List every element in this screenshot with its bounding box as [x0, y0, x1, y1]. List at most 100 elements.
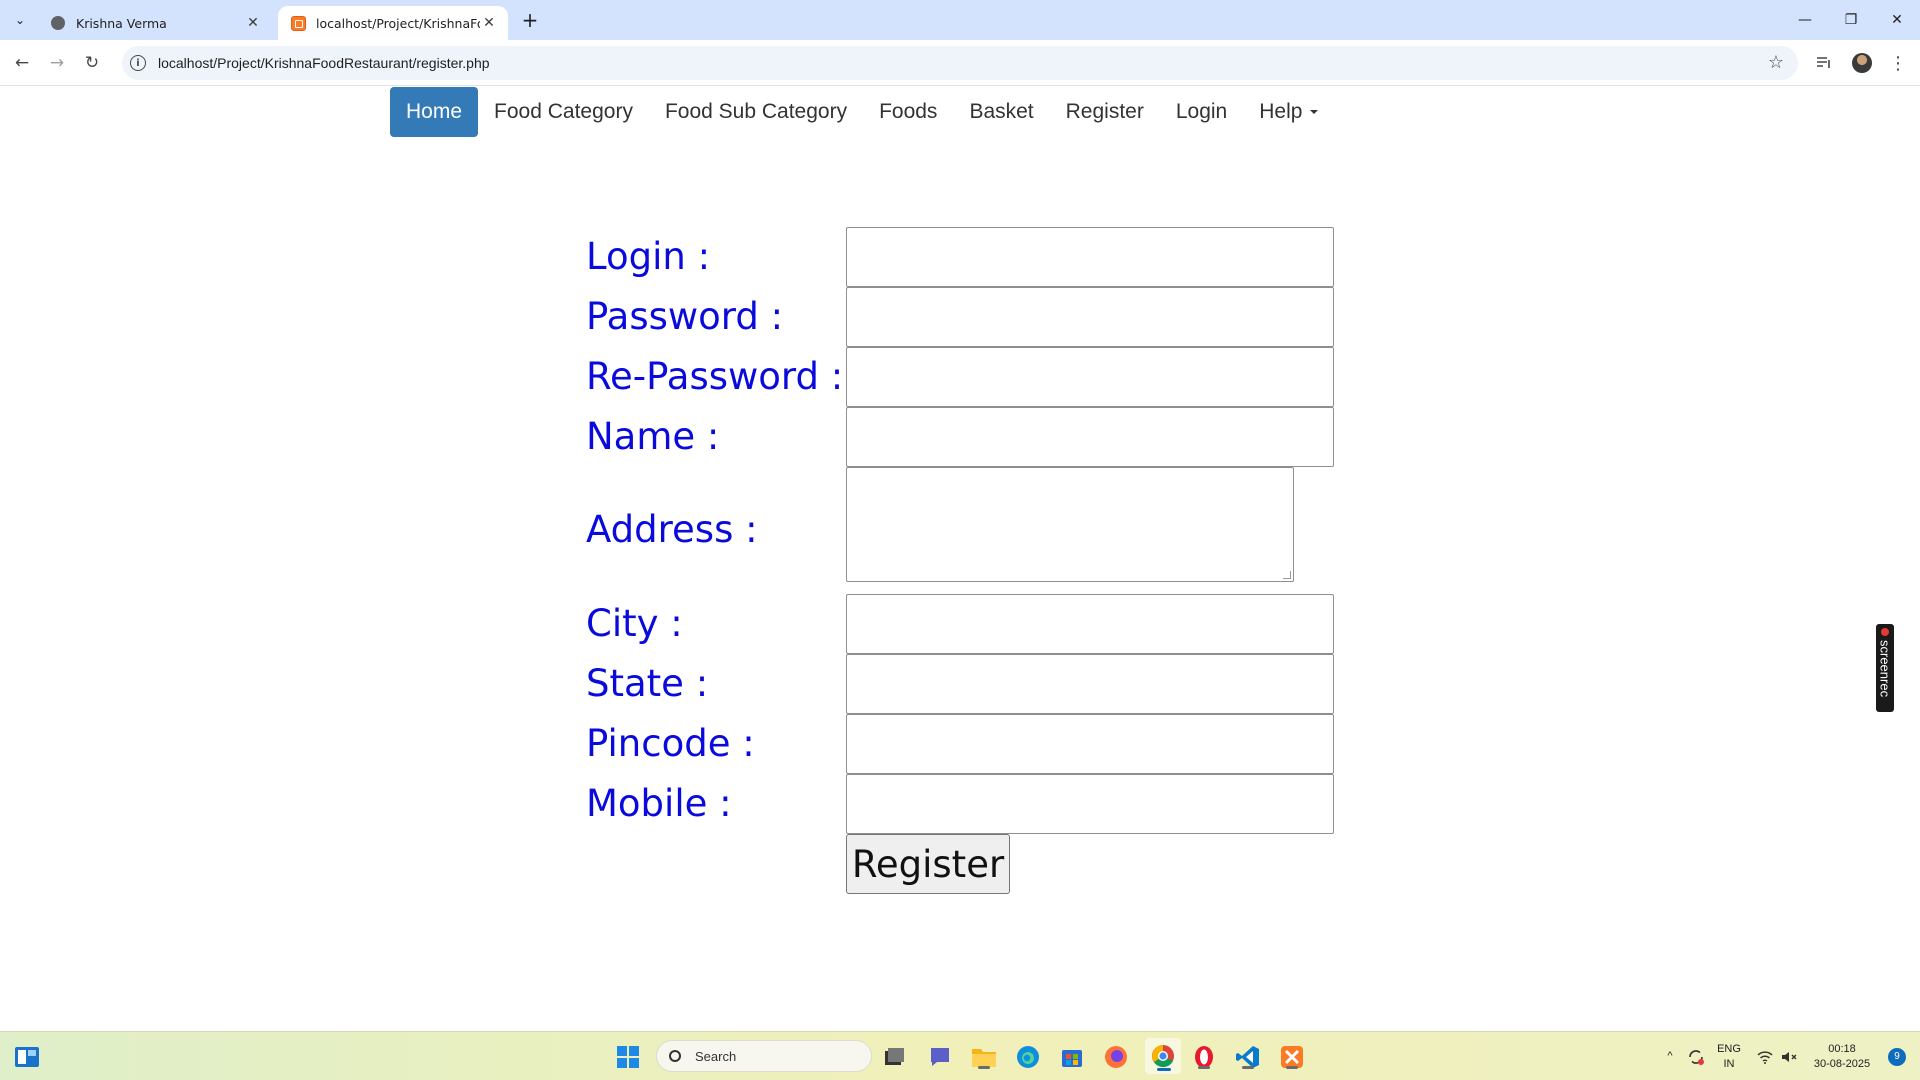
screenrec-label: screenrec — [1877, 640, 1893, 698]
browser-tab-strip: ⌄ Krishna Verma ✕ localhost/Project/Kris… — [0, 0, 1920, 40]
tab-title: localhost/Project/KrishnaFoodR — [316, 15, 480, 31]
globe-icon — [50, 15, 66, 31]
form-row-repassword: Re-Password : — [586, 355, 846, 398]
windows-taskbar: Search ^ ENG IN 00:18 30-08-2025 9 — [0, 1031, 1920, 1080]
screenrec-widget[interactable]: screenrec — [1876, 624, 1894, 712]
record-dot-icon — [1881, 628, 1889, 636]
city-label: City : — [586, 602, 683, 645]
xampp-icon — [290, 15, 306, 31]
search-placeholder: Search — [695, 1048, 737, 1064]
pincode-label: Pincode : — [586, 722, 755, 765]
microsoft-store-icon[interactable] — [1057, 1042, 1087, 1072]
form-row-pincode: Pincode : — [586, 722, 846, 765]
close-window-icon[interactable]: ✕ — [1874, 0, 1920, 40]
address-label: Address : — [586, 508, 758, 551]
xampp-icon[interactable] — [1277, 1042, 1307, 1072]
repassword-input[interactable] — [846, 347, 1334, 407]
state-label: State : — [586, 662, 709, 705]
reload-icon[interactable]: ↻ — [78, 49, 106, 77]
nav-register[interactable]: Register — [1050, 87, 1160, 137]
city-input[interactable] — [846, 594, 1334, 654]
running-indicator — [1157, 1068, 1171, 1071]
tab-title: Krishna Verma — [76, 15, 167, 31]
mobile-label: Mobile : — [586, 782, 732, 825]
nav-login[interactable]: Login — [1160, 87, 1243, 137]
back-arrow-icon[interactable]: ← — [8, 49, 36, 77]
url-text[interactable]: localhost/Project/KrishnaFoodRestaurant/… — [158, 55, 490, 71]
login-input[interactable] — [846, 227, 1334, 287]
nav-foods[interactable]: Foods — [863, 87, 953, 137]
forward-arrow-icon[interactable]: → — [43, 49, 71, 77]
clock-date: 30-08-2025 — [1813, 1057, 1871, 1070]
tab-search-chevron-icon[interactable]: ⌄ — [8, 8, 32, 32]
nav-basket[interactable]: Basket — [953, 87, 1049, 137]
wifi-icon[interactable] — [1754, 1032, 1776, 1080]
address-bar[interactable]: i localhost/Project/KrishnaFoodRestauran… — [122, 46, 1798, 80]
search-icon — [669, 1050, 681, 1062]
page-body: Home Food Category Food Sub Category Foo… — [0, 87, 1920, 1031]
running-indicator — [1286, 1066, 1298, 1069]
login-label: Login : — [586, 235, 711, 278]
chrome-icon[interactable] — [1145, 1038, 1181, 1074]
bookmark-star-icon[interactable]: ☆ — [1768, 52, 1784, 73]
nav-help-dropdown[interactable]: Help — [1243, 87, 1334, 137]
repassword-label: Re-Password : — [586, 355, 844, 398]
media-control-icon[interactable] — [1814, 53, 1834, 73]
nav-home[interactable]: Home — [390, 87, 479, 137]
profile-avatar[interactable] — [1852, 53, 1872, 73]
form-row-password: Password : — [586, 295, 846, 338]
restore-icon[interactable]: ❐ — [1828, 0, 1874, 40]
running-indicator — [1198, 1066, 1210, 1069]
pincode-input[interactable] — [846, 714, 1334, 774]
form-row-name: Name : — [586, 415, 846, 458]
running-indicator — [978, 1066, 990, 1069]
close-tab-icon[interactable]: ✕ — [244, 14, 262, 32]
windows-start-icon[interactable] — [613, 1042, 643, 1072]
language-indicator[interactable]: ENG IN — [1712, 1032, 1746, 1080]
tray-overflow-chevron-icon[interactable]: ^ — [1660, 1032, 1680, 1080]
name-input[interactable] — [846, 407, 1334, 467]
site-info-icon[interactable]: i — [130, 55, 146, 71]
form-row-login: Login : — [586, 235, 846, 278]
chat-icon[interactable] — [925, 1042, 955, 1072]
running-indicator — [1242, 1066, 1254, 1069]
close-tab-icon[interactable]: ✕ — [480, 14, 498, 32]
password-label: Password : — [586, 295, 784, 338]
firefox-icon[interactable] — [1101, 1042, 1131, 1072]
form-row-mobile: Mobile : — [586, 782, 846, 825]
clock-time: 00:18 — [1828, 1042, 1856, 1055]
opera-icon[interactable] — [1189, 1042, 1219, 1072]
sync-icon[interactable] — [1684, 1032, 1708, 1080]
resize-grip-icon[interactable] — [1283, 571, 1291, 579]
nav-food-sub-category[interactable]: Food Sub Category — [649, 87, 863, 137]
lang-line2: IN — [1723, 1057, 1735, 1070]
minimize-icon[interactable]: — — [1782, 0, 1828, 40]
form-row-state: State : — [586, 662, 846, 705]
menu-kebab-icon[interactable]: ⋮ — [1888, 53, 1908, 74]
edge-browser-icon[interactable] — [1013, 1042, 1043, 1072]
taskbar-search-box[interactable]: Search — [656, 1040, 872, 1072]
widgets-icon[interactable] — [12, 1042, 42, 1072]
name-label: Name : — [586, 415, 720, 458]
tab-krishna-verma[interactable]: Krishna Verma ✕ — [38, 6, 272, 40]
main-navbar: Home Food Category Food Sub Category Foo… — [390, 87, 1334, 137]
volume-muted-icon[interactable] — [1778, 1032, 1800, 1080]
lang-line1: ENG — [1717, 1042, 1741, 1055]
file-explorer-icon[interactable] — [969, 1042, 999, 1072]
task-view-icon[interactable] — [879, 1042, 909, 1072]
caret-down-icon — [1310, 110, 1319, 114]
mobile-input[interactable] — [846, 774, 1334, 834]
notification-badge: 9 — [1888, 1047, 1906, 1066]
new-tab-plus-icon[interactable]: + — [518, 8, 542, 32]
nav-food-category[interactable]: Food Category — [478, 87, 649, 137]
address-textarea[interactable] — [846, 467, 1294, 582]
state-input[interactable] — [846, 654, 1334, 714]
password-input[interactable] — [846, 287, 1334, 347]
tab-register-page[interactable]: localhost/Project/KrishnaFoodR ✕ — [278, 6, 508, 40]
form-row-address: Address : — [586, 508, 846, 551]
register-button[interactable]: Register — [846, 834, 1010, 894]
clock[interactable]: 00:18 30-08-2025 — [1804, 1032, 1880, 1080]
notification-center[interactable]: 9 — [1884, 1032, 1910, 1080]
browser-toolbar: ← → ↻ i localhost/Project/KrishnaFoodRes… — [0, 40, 1920, 86]
vscode-icon[interactable] — [1233, 1042, 1263, 1072]
